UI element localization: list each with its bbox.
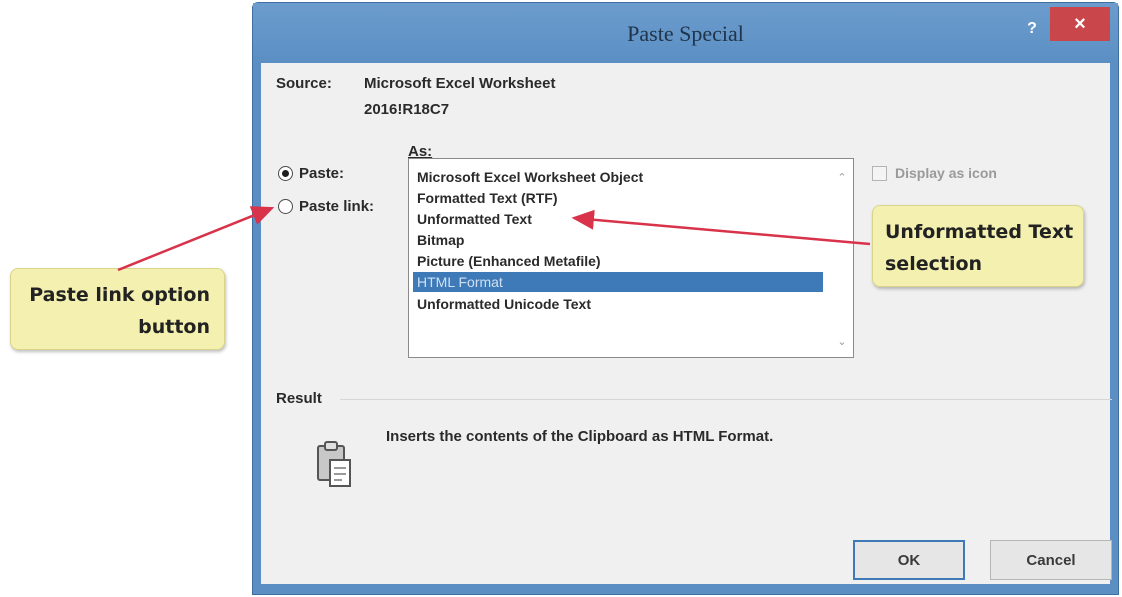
result-divider <box>340 399 1112 400</box>
scroll-up-icon[interactable]: ⌃ <box>835 171 849 185</box>
callout-unformatted-line2: selection <box>885 253 983 275</box>
paste-option[interactable]: Paste: <box>278 165 344 182</box>
list-item[interactable]: Formatted Text (RTF) <box>413 188 823 208</box>
display-as-icon-label: Display as icon <box>895 165 997 181</box>
scroll-down-icon[interactable]: ⌄ <box>835 335 849 349</box>
clipboard-paste-icon <box>317 441 351 487</box>
arrow-to-paste-link <box>117 206 275 272</box>
paste-label: Paste: <box>299 165 345 182</box>
source-item: 2016!R18C7 <box>364 101 450 118</box>
source-label: Source: <box>276 75 332 92</box>
ok-button[interactable]: OK <box>853 540 965 580</box>
paste-link-radio[interactable] <box>278 199 293 214</box>
format-list[interactable]: Microsoft Excel Worksheet Object Formatt… <box>408 158 854 358</box>
list-item[interactable]: Picture (Enhanced Metafile) <box>413 251 823 271</box>
callout-paste-link: Paste link option button <box>10 268 225 350</box>
display-as-icon-checkbox[interactable] <box>872 165 887 181</box>
callout-paste-link-line2: button <box>138 316 210 338</box>
list-item-selected[interactable]: HTML Format <box>413 272 823 292</box>
source-value: Microsoft Excel Worksheet <box>364 75 556 92</box>
list-item[interactable]: Unformatted Text <box>413 209 823 229</box>
display-as-icon-option[interactable]: Display as icon <box>872 165 997 181</box>
callout-paste-link-line1: Paste link option <box>29 284 210 306</box>
title-bar[interactable]: Paste Special ? × <box>253 3 1118 63</box>
list-item[interactable]: Microsoft Excel Worksheet Object <box>413 167 823 187</box>
callout-unformatted-line1: Unformatted Text <box>885 221 1074 243</box>
paste-link-option[interactable]: Paste link: <box>278 198 374 215</box>
callout-unformatted-text: Unformatted Text selection <box>872 205 1084 287</box>
close-button[interactable]: × <box>1050 7 1110 41</box>
list-item[interactable]: Unformatted Unicode Text <box>413 294 823 314</box>
help-button[interactable]: ? <box>1018 15 1046 43</box>
cancel-button[interactable]: Cancel <box>990 540 1112 580</box>
paste-radio[interactable] <box>278 166 293 181</box>
result-label: Result <box>276 390 322 407</box>
list-item[interactable]: Bitmap <box>413 230 823 250</box>
dialog-title: Paste Special <box>627 21 744 46</box>
result-description: Inserts the contents of the Clipboard as… <box>386 428 774 445</box>
paste-link-label: Paste link: <box>299 198 375 215</box>
